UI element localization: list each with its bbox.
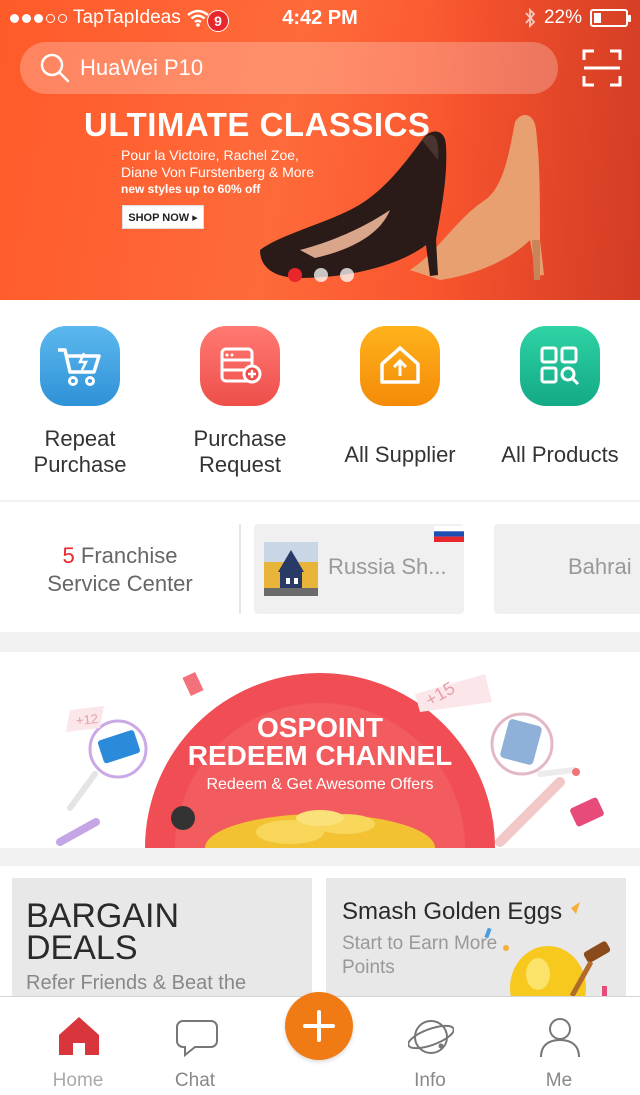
search-input[interactable]: HuaWei P10 bbox=[20, 42, 558, 94]
quick-all-supplier[interactable]: All Supplier bbox=[320, 326, 480, 468]
quick-purchase-request[interactable]: Purchase Request bbox=[160, 326, 320, 478]
shoes-image bbox=[260, 115, 544, 280]
smash-eggs-card[interactable]: Smash Golden Eggs Start to Earn More Poi… bbox=[326, 878, 626, 1008]
russia-flag-icon bbox=[434, 526, 464, 542]
quick-label: All Products bbox=[501, 442, 619, 467]
bluetooth-icon bbox=[525, 8, 536, 28]
smash-subtitle: Start to Earn More Points bbox=[342, 933, 498, 978]
divider bbox=[239, 524, 241, 614]
chat-icon bbox=[176, 1020, 218, 1058]
franchise-service-center[interactable]: 5 Franchise Service Center bbox=[0, 542, 240, 598]
tab-home[interactable]: Home bbox=[18, 997, 138, 1095]
shop-name: Russia Sh... bbox=[328, 554, 447, 579]
battery-percent: 22% bbox=[543, 7, 582, 28]
search-icon bbox=[40, 53, 70, 83]
quick-repeat-purchase[interactable]: Repeat Purchase bbox=[0, 326, 160, 478]
bargain-title: BARGAIN DEALS bbox=[26, 897, 180, 967]
deals-row: BARGAIN DEALS Refer Friends & Beat the S… bbox=[0, 866, 640, 1008]
battery-fill bbox=[594, 13, 601, 23]
battery-icon bbox=[590, 9, 631, 27]
quick-label: Purchase Request bbox=[193, 426, 287, 477]
tab-label: Home bbox=[52, 1070, 104, 1091]
tab-info[interactable]: Info bbox=[370, 997, 490, 1095]
tab-label: Chat bbox=[174, 1070, 216, 1091]
request-icon bbox=[200, 326, 280, 406]
status-bar: TapTapIdeas 4:42 PM 22% bbox=[0, 0, 640, 36]
hero-banner[interactable]: TapTapIdeas 4:42 PM 22% HuaWei P10 ULTIM… bbox=[0, 0, 640, 300]
home-icon bbox=[59, 1017, 99, 1055]
battery-info: 22% bbox=[524, 7, 631, 29]
user-icon bbox=[540, 1018, 580, 1058]
banner-pager[interactable] bbox=[288, 268, 354, 282]
quick-all-products[interactable]: All Products bbox=[480, 326, 640, 468]
ospoint-title-2: REDEEM CHANNEL bbox=[187, 740, 453, 771]
shop-photo bbox=[264, 542, 318, 596]
franchise-label: Franchise bbox=[80, 543, 178, 568]
franchise-label-2: Service Center bbox=[47, 571, 193, 596]
smash-title: Smash Golden Eggs bbox=[342, 898, 563, 925]
scan-icon[interactable] bbox=[582, 48, 622, 88]
shop-card-bahrain[interactable]: Bahrai bbox=[494, 524, 640, 614]
bargain-deals-card[interactable]: BARGAIN DEALS Refer Friends & Beat the bbox=[12, 878, 312, 1008]
shop-now-button[interactable]: SHOP NOW ▸ bbox=[122, 205, 204, 229]
add-button[interactable] bbox=[285, 992, 353, 1060]
pager-dot[interactable] bbox=[340, 268, 354, 282]
shop-name: Bahrai bbox=[568, 554, 632, 579]
bargain-line-1: BARGAIN bbox=[26, 897, 180, 935]
ospoint-subtitle: Redeem & Get Awesome Offers bbox=[206, 776, 434, 793]
products-icon bbox=[520, 326, 600, 406]
tab-label: Info bbox=[414, 1070, 446, 1091]
shop-card-russia[interactable]: Russia Sh... bbox=[254, 524, 464, 614]
ospoint-banner[interactable]: +12 +15 OSPOINT REDEEM CHANNEL Redeem & … bbox=[0, 652, 640, 848]
quick-label: All Supplier bbox=[344, 442, 456, 467]
quick-menu: Repeat Purchase Purchase Request All Sup… bbox=[0, 300, 640, 500]
cart-icon bbox=[40, 326, 120, 406]
search-query: HuaWei P10 bbox=[80, 55, 204, 80]
globe-icon bbox=[408, 1020, 454, 1054]
tab-label: Me bbox=[545, 1070, 573, 1091]
bargain-line-2: DEALS bbox=[26, 929, 138, 967]
tab-chat[interactable]: Chat bbox=[135, 997, 255, 1095]
quick-label: Repeat Purchase bbox=[33, 426, 127, 477]
pager-dot[interactable] bbox=[314, 268, 328, 282]
tab-me[interactable]: Me bbox=[499, 997, 619, 1095]
supplier-icon bbox=[360, 326, 440, 406]
plus-icon bbox=[303, 1010, 335, 1042]
chat-badge: 9 bbox=[207, 10, 229, 32]
franchise-count: 5 bbox=[62, 543, 75, 568]
bargain-subtitle: Refer Friends & Beat the bbox=[26, 972, 247, 994]
pager-dot[interactable] bbox=[288, 268, 302, 282]
franchise-row: 5 Franchise Service Center Russia Sh... … bbox=[0, 502, 640, 632]
